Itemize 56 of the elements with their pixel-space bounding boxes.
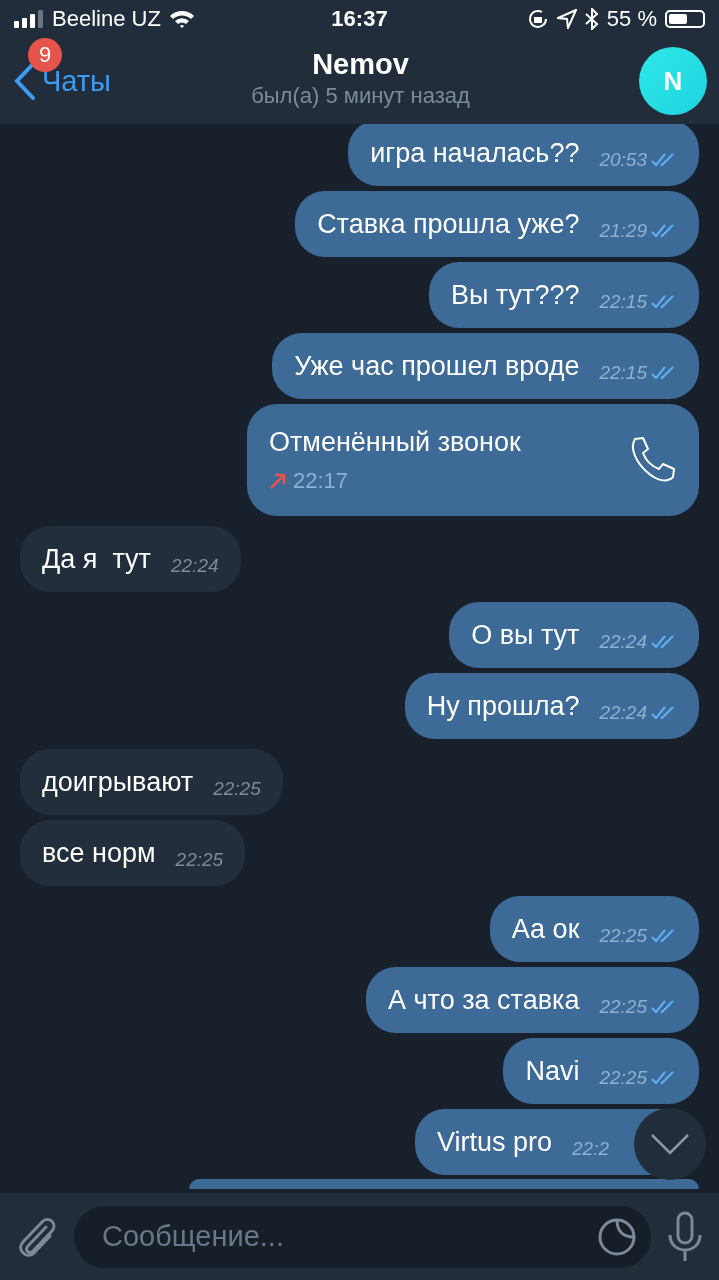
last-seen-status: был(а) 5 минут назад bbox=[251, 82, 470, 109]
microphone-icon bbox=[667, 1210, 703, 1263]
message-text: все норм bbox=[42, 837, 156, 869]
message-text: О вы тут bbox=[471, 619, 580, 651]
message-text: Ставка прошла уже? bbox=[317, 208, 580, 240]
clock: 16:37 bbox=[331, 6, 388, 32]
message-time: 22:15 bbox=[599, 362, 647, 384]
sticker-icon[interactable] bbox=[597, 1216, 637, 1257]
battery-percent: 55 % bbox=[606, 6, 657, 32]
message-text: Virtus pro bbox=[436, 1126, 552, 1158]
message-time: 22:24 bbox=[599, 702, 647, 724]
message-time: 22:2 bbox=[572, 1138, 609, 1160]
double-check-icon bbox=[651, 928, 677, 944]
double-check-icon bbox=[651, 365, 677, 381]
double-check-icon bbox=[651, 1070, 677, 1086]
message-text: Ну прошла? bbox=[426, 690, 580, 722]
double-check-icon bbox=[651, 705, 677, 721]
message-time: 22:25 bbox=[213, 778, 261, 800]
message-time: 22:17 bbox=[293, 467, 349, 494]
chevron-left-icon bbox=[14, 62, 36, 100]
message-time: 20:53 bbox=[599, 149, 647, 171]
location-icon bbox=[556, 9, 577, 29]
message-text: Уже час прошел вроде bbox=[294, 350, 580, 382]
unread-badge: 9 bbox=[28, 38, 62, 72]
double-check-icon bbox=[651, 294, 677, 310]
double-check-icon bbox=[651, 999, 677, 1015]
message-text: игра началась?? bbox=[370, 137, 580, 169]
message-time: 22:25 bbox=[599, 925, 647, 947]
double-check-icon bbox=[651, 223, 677, 239]
message-time: 22:25 bbox=[599, 1067, 647, 1089]
double-check-icon bbox=[651, 634, 677, 650]
message-text: Вы тут??? bbox=[450, 279, 580, 311]
chat-title: Nemov bbox=[312, 47, 409, 81]
message-field[interactable]: Сообщение... bbox=[74, 1205, 651, 1268]
battery-icon bbox=[665, 10, 705, 28]
message-time: 21:29 bbox=[599, 220, 647, 242]
call-status: Отменённый звонок bbox=[269, 426, 521, 458]
bluetooth-icon bbox=[584, 8, 599, 30]
message-time: 22:24 bbox=[599, 631, 647, 653]
wifi-icon bbox=[168, 9, 195, 29]
carrier-name: Beeline UZ bbox=[52, 6, 161, 32]
rotation-lock-icon bbox=[526, 8, 549, 30]
chevron-down-icon bbox=[650, 1133, 690, 1155]
message-time: 22:15 bbox=[599, 291, 647, 313]
double-check-icon bbox=[651, 152, 677, 168]
outgoing-arrow-icon bbox=[269, 471, 287, 490]
message-text: Navi bbox=[525, 1055, 580, 1087]
message-text: доигрывают bbox=[42, 766, 194, 798]
message-time: 22:25 bbox=[599, 996, 647, 1018]
message-time: 22:24 bbox=[170, 555, 219, 577]
message-time: 22:25 bbox=[175, 849, 224, 871]
signal-icon bbox=[14, 10, 44, 28]
message-text: А что за ставка bbox=[388, 984, 580, 1016]
microphone-button[interactable] bbox=[667, 1210, 703, 1263]
message-text: Да я тут bbox=[42, 543, 151, 575]
message-text: Аа ок bbox=[511, 913, 580, 945]
